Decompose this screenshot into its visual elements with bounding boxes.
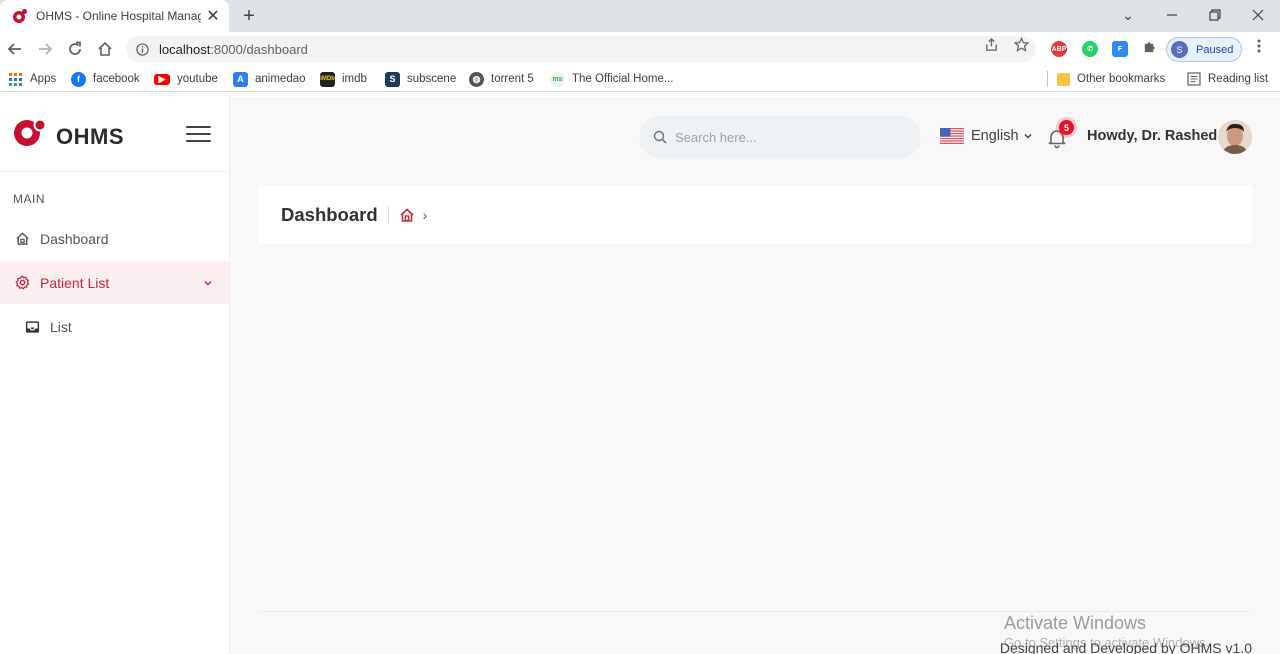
bookmark-label: animedao <box>255 73 306 85</box>
profile-avatar: S <box>1171 41 1188 58</box>
browser-toolbar: localhost:8000/dashboard ABP ✆ F <box>0 32 1280 66</box>
us-flag-icon <box>940 128 964 144</box>
bookmark-label: youtube <box>177 73 218 85</box>
bookmark-subscene[interactable]: S subscene <box>385 70 456 88</box>
chevron-right-icon: › <box>422 206 428 223</box>
forward-button[interactable] <box>34 38 56 60</box>
imdb-icon: IMDb <box>320 71 335 87</box>
sidebar: OHMS MAIN Dashboard Patient List List <box>0 97 230 654</box>
inbox-icon <box>24 319 40 335</box>
browser-tab[interactable]: OHMS - Online Hospital Management ✕ <box>0 0 229 32</box>
language-selector[interactable]: English <box>940 128 1033 144</box>
bookmark-label: The Official Home... <box>572 73 674 85</box>
back-button[interactable] <box>4 38 26 60</box>
bookmark-label: subscene <box>407 73 457 85</box>
search-icon[interactable] <box>653 130 667 144</box>
official-home-icon: ms <box>550 71 565 87</box>
url-path: :8000/dashboard <box>210 41 308 57</box>
sidebar-item-label: Patient List <box>40 274 110 291</box>
footer-divider <box>258 611 1252 612</box>
home-button[interactable] <box>94 38 116 60</box>
bookmark-torrent[interactable]: ◍ torrent 5 <box>469 70 534 88</box>
extension-f-icon[interactable]: F <box>1112 41 1128 57</box>
bookmark-label: torrent 5 <box>491 73 534 85</box>
new-tab-button[interactable]: + <box>238 5 260 27</box>
chevron-down-icon[interactable] <box>203 275 213 291</box>
bookmark-animedao[interactable]: A animedao <box>233 70 306 88</box>
search-box <box>639 116 921 158</box>
bookmark-youtube[interactable]: ▶ youtube <box>154 70 218 88</box>
ohms-favicon-icon <box>13 9 27 23</box>
menu-toggle-icon[interactable] <box>186 126 211 143</box>
address-bar[interactable]: localhost:8000/dashboard <box>126 36 1036 62</box>
sidebar-item-patient-list[interactable]: Patient List <box>0 261 229 304</box>
other-bookmarks[interactable]: Other bookmarks <box>1057 70 1165 88</box>
share-icon[interactable] <box>982 37 1000 55</box>
sidebar-item-label: Dashboard <box>40 230 109 247</box>
torrent-icon: ◍ <box>469 71 484 87</box>
other-bookmarks-label: Other bookmarks <box>1077 73 1166 85</box>
extensions-puzzle-icon[interactable] <box>1140 39 1158 57</box>
language-label: English <box>971 128 1019 144</box>
home-icon[interactable] <box>399 207 415 223</box>
browser-menu-icon[interactable] <box>1250 39 1268 57</box>
folder-icon <box>1057 72 1070 86</box>
tab-close-icon[interactable]: ✕ <box>205 6 221 26</box>
bookmark-facebook[interactable]: f facebook <box>71 70 140 88</box>
profile-status: Paused <box>1196 43 1234 56</box>
search-input[interactable] <box>675 129 895 145</box>
page-title: Dashboard <box>281 203 378 225</box>
browser-tabstrip: OHMS - Online Hospital Management ✕ + ⌄ <box>0 0 1280 32</box>
adblock-plus-icon[interactable]: ABP <box>1051 41 1067 57</box>
profile-button[interactable]: S Paused <box>1166 37 1242 62</box>
url-host: localhost <box>159 41 211 57</box>
bookmark-star-icon[interactable] <box>1012 36 1030 55</box>
youtube-icon: ▶ <box>154 73 170 85</box>
brand-name[interactable]: OHMS <box>56 124 124 150</box>
restore-button[interactable] <box>1193 0 1237 30</box>
sidebar-section-label: MAIN <box>13 192 45 206</box>
user-greeting[interactable]: Howdy, Dr. Rashed <box>1087 128 1217 144</box>
bookmark-label: facebook <box>93 73 140 85</box>
bookmark-apps[interactable]: Apps <box>8 70 56 88</box>
home-icon <box>14 231 30 247</box>
footer-credit: Designed and Developed by OHMS v1.0 <box>999 640 1252 654</box>
chevron-down-icon <box>1024 133 1032 139</box>
app-root: OHMS MAIN Dashboard Patient List List Se… <box>0 97 1280 654</box>
info-icon[interactable] <box>136 42 149 56</box>
sidebar-subitem-list[interactable]: List <box>0 305 229 348</box>
apps-grid-icon <box>8 72 23 87</box>
whatsapp-icon[interactable]: ✆ <box>1082 41 1098 57</box>
url-text: localhost:8000/dashboard <box>159 42 308 57</box>
subscene-icon: S <box>385 71 400 87</box>
avatar[interactable] <box>1218 120 1252 154</box>
reading-list[interactable]: Reading list <box>1186 70 1268 88</box>
sidebar-item-label: List <box>50 318 72 335</box>
notification-badge: 5 <box>1059 120 1074 135</box>
page-header-card: Dashboard › <box>258 185 1252 244</box>
reading-list-icon <box>1186 72 1201 87</box>
bookmark-label: imdb <box>342 73 367 85</box>
bookmarks-bar: Apps f facebook ▶ youtube A animedao IMD… <box>0 66 1280 92</box>
tab-title: OHMS - Online Hospital Management <box>36 9 201 23</box>
bookmark-official-home[interactable]: ms The Official Home... <box>550 70 673 88</box>
bookmark-imdb[interactable]: IMDb imdb <box>320 70 367 88</box>
bookmark-label: Apps <box>30 73 57 85</box>
gear-icon <box>14 275 30 291</box>
ohms-logo-icon[interactable] <box>13 119 47 147</box>
sidebar-item-dashboard[interactable]: Dashboard <box>0 217 229 260</box>
reload-button[interactable] <box>64 38 86 60</box>
minimize-button[interactable] <box>1150 0 1194 30</box>
facebook-icon: f <box>71 71 86 87</box>
animedao-icon: A <box>233 71 248 87</box>
tab-search-icon[interactable]: ⌄ <box>1106 0 1150 30</box>
activate-windows-title: Activate Windows <box>1004 613 1147 633</box>
reading-list-label: Reading list <box>1208 73 1269 85</box>
bookmarks-divider <box>1047 71 1048 87</box>
close-window-button[interactable] <box>1236 0 1280 30</box>
breadcrumb-divider <box>387 205 389 224</box>
top-header: English 5 Howdy, Dr. Rashed <box>230 97 1280 177</box>
brand-header: OHMS <box>0 97 230 172</box>
